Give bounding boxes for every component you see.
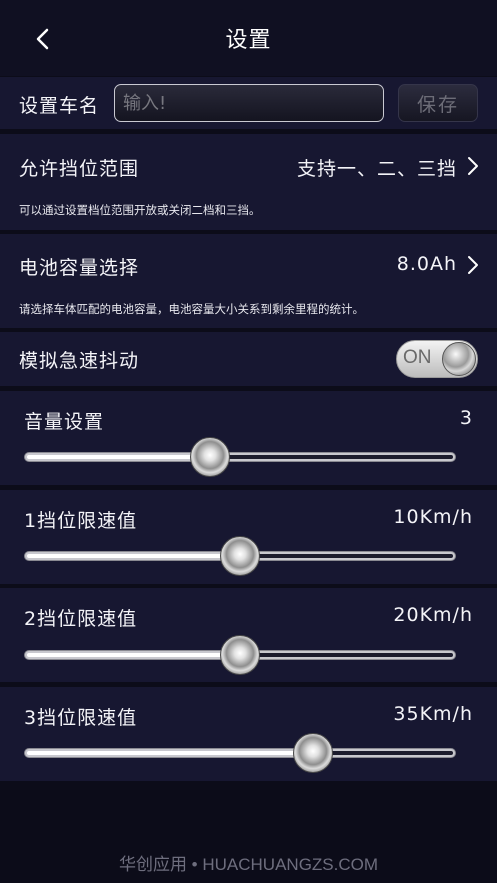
slider-rest (241, 653, 453, 657)
jitter-toggle[interactable]: ON (396, 340, 478, 378)
slider-row: 1挡位限速值 10Km/h (0, 490, 497, 584)
gear3-speed-label: 3挡位限速值 (24, 707, 138, 729)
gear1-speed-label: 1挡位限速值 (24, 510, 138, 532)
gear-range-value: 支持一、二、三挡 (296, 158, 457, 180)
battery-arrow[interactable] (465, 253, 481, 277)
gear1-speed-slider-thumb[interactable] (220, 536, 260, 576)
gear3-speed-value: 35Km/h (393, 703, 473, 725)
slider-row: 音量设置 3 (0, 391, 497, 485)
slider-fill (27, 554, 241, 558)
slider-fill (27, 751, 314, 755)
slider-row: 2挡位限速值 20Km/h (0, 588, 497, 682)
gear1-speed-value: 10Km/h (393, 506, 473, 528)
car-name-label: 设置车名 (19, 95, 100, 117)
header-bar: 设置 (0, 0, 497, 76)
toggle-on-label: ON (403, 347, 432, 368)
volume-slider[interactable] (24, 452, 456, 462)
slider-rest (211, 455, 453, 459)
jitter-label: 模拟急速抖动 (19, 350, 140, 372)
gear2-speed-slider-thumb[interactable] (220, 635, 260, 675)
gear-range-row[interactable]: 允许挡位范围 支持一、二、三挡 可以通过设置档位范围开放或关闭二档和三挡。 (0, 134, 497, 230)
battery-value: 8.0Ah (396, 253, 457, 275)
chevron-right-icon (468, 157, 478, 175)
gear3-speed-slider[interactable] (24, 748, 456, 758)
gear3-speed-slider-thumb[interactable] (292, 733, 333, 773)
slider-rest (313, 751, 453, 755)
gear2-speed-value: 20Km/h (393, 604, 473, 626)
slider-row: 3挡位限速值 35Km/h (0, 687, 497, 781)
volume-label: 音量设置 (24, 411, 105, 433)
slider-fill (27, 455, 212, 459)
toggle-knob (442, 342, 476, 376)
save-button[interactable]: 保存 (398, 84, 478, 122)
volume-value: 3 (459, 407, 473, 429)
battery-row[interactable]: 电池容量选择 8.0Ah 请选择车体匹配的电池容量，电池容量大小关系到剩余里程的… (0, 234, 497, 328)
car-name-input[interactable] (114, 84, 384, 122)
gear-range-label: 允许挡位范围 (19, 158, 140, 180)
slider-fill (27, 653, 241, 657)
gear-range-hint: 可以通过设置档位范围开放或关闭二档和三挡。 (19, 203, 261, 217)
gear-range-arrow[interactable] (465, 154, 481, 178)
gear2-speed-label: 2挡位限速值 (24, 608, 138, 630)
slider-rest (241, 554, 453, 558)
chevron-right-icon (468, 256, 478, 274)
battery-label: 电池容量选择 (19, 257, 140, 279)
footer-watermark: 华创应用 • HUACHUANGZS.COM (118, 855, 379, 874)
page-title: 设置 (225, 28, 272, 53)
volume-slider-thumb[interactable] (190, 437, 231, 477)
battery-hint: 请选择车体匹配的电池容量，电池容量大小关系到剩余里程的统计。 (19, 302, 364, 316)
